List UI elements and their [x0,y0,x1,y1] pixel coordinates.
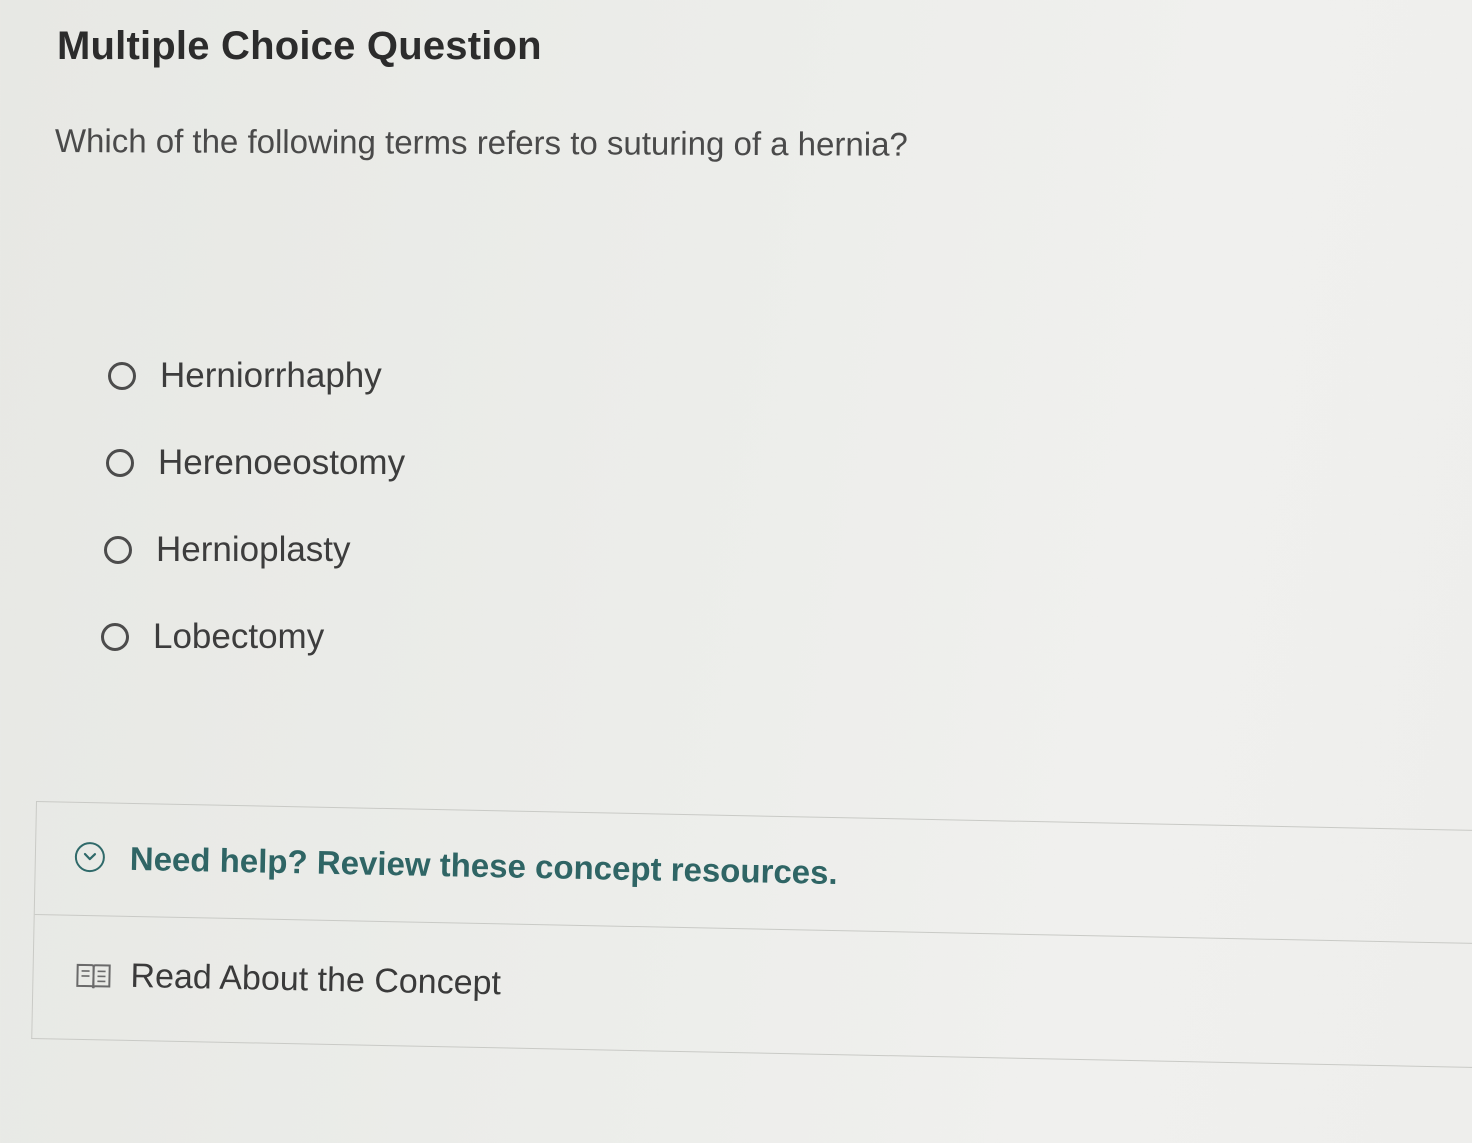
option-lobectomy[interactable]: Lobectomy [101,593,405,680]
option-label: Hernioplasty [156,529,351,569]
help-heading: Need help? Review these concept resource… [129,839,839,892]
concept-resources-panel: Need help? Review these concept resource… [31,801,1472,1070]
question-text: Which of the following terms refers to s… [54,122,908,163]
option-herenoeostomy[interactable]: Herenoeostomy [106,419,405,506]
radio-button[interactable] [106,448,134,477]
answer-options: Herniorrhaphy Herenoeostomy Hernioplasty… [100,332,405,680]
option-label: Herenoeostomy [158,442,406,482]
book-icon [75,962,112,991]
chevron-down-icon[interactable] [74,841,106,873]
option-label: Lobectomy [153,616,325,656]
radio-button[interactable] [108,361,136,390]
option-hernioplasty[interactable]: Hernioplasty [104,506,405,593]
radio-button[interactable] [101,622,129,651]
question-page: Multiple Choice Question Which of the fo… [0,0,1472,1143]
option-label: Herniorrhaphy [160,355,382,395]
page-title: Multiple Choice Question [57,24,542,68]
resource-label: Read About the Concept [130,956,502,1003]
radio-button[interactable] [104,535,132,564]
option-herniorrhaphy[interactable]: Herniorrhaphy [108,332,405,419]
